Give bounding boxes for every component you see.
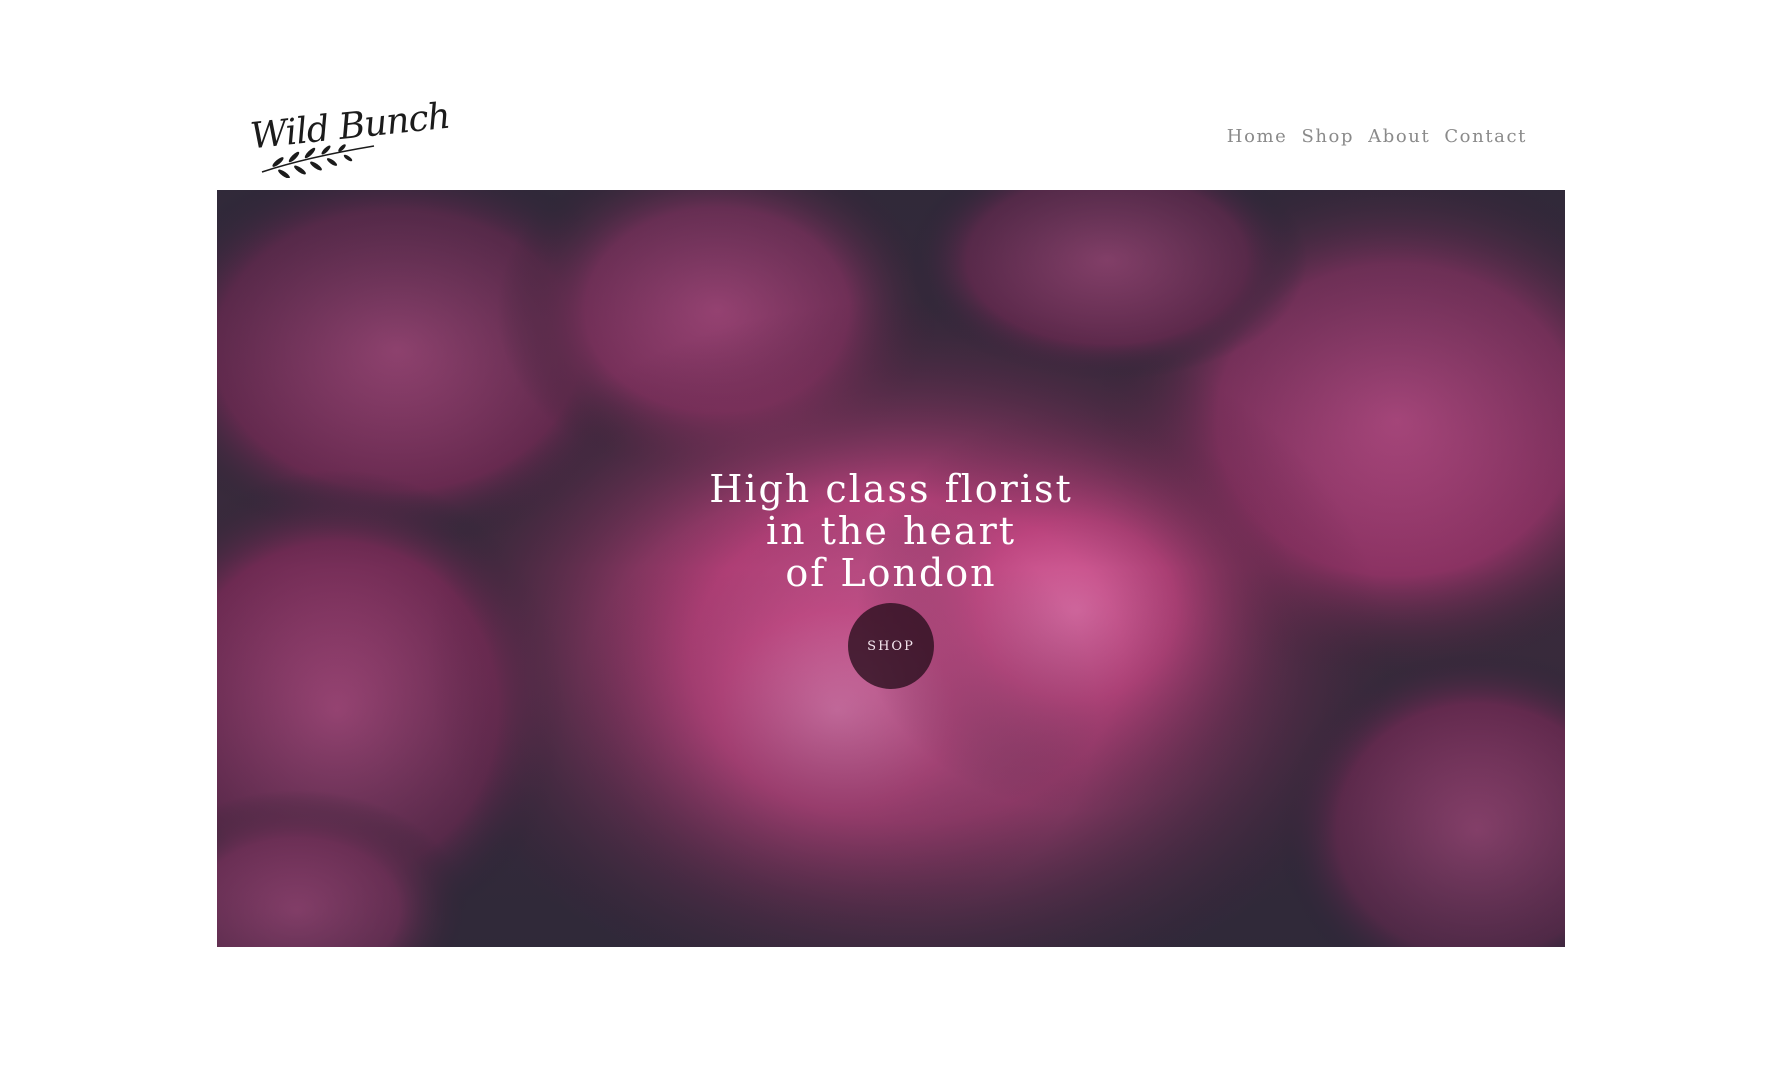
shop-button[interactable]: SHOP [848, 603, 934, 689]
hero-headline: High class florist in the heart of Londo… [217, 468, 1565, 594]
nav-home[interactable]: Home [1227, 126, 1288, 147]
nav-about[interactable]: About [1368, 126, 1430, 147]
main-nav: Home Shop About Contact [1227, 126, 1527, 147]
hero-headline-line-1: High class florist [709, 467, 1073, 511]
site-header: Wild Bunch Home Shop About Contact [0, 0, 1772, 190]
nav-contact[interactable]: Contact [1444, 126, 1527, 147]
nav-shop[interactable]: Shop [1301, 126, 1354, 147]
hero-headline-line-2: in the heart [765, 509, 1017, 553]
hero-banner: High class florist in the heart of Londo… [217, 190, 1565, 947]
leaf-sprig-icon [261, 144, 375, 178]
brand-logo[interactable]: Wild Bunch [246, 96, 452, 178]
hero-headline-line-3: of London [785, 551, 997, 595]
